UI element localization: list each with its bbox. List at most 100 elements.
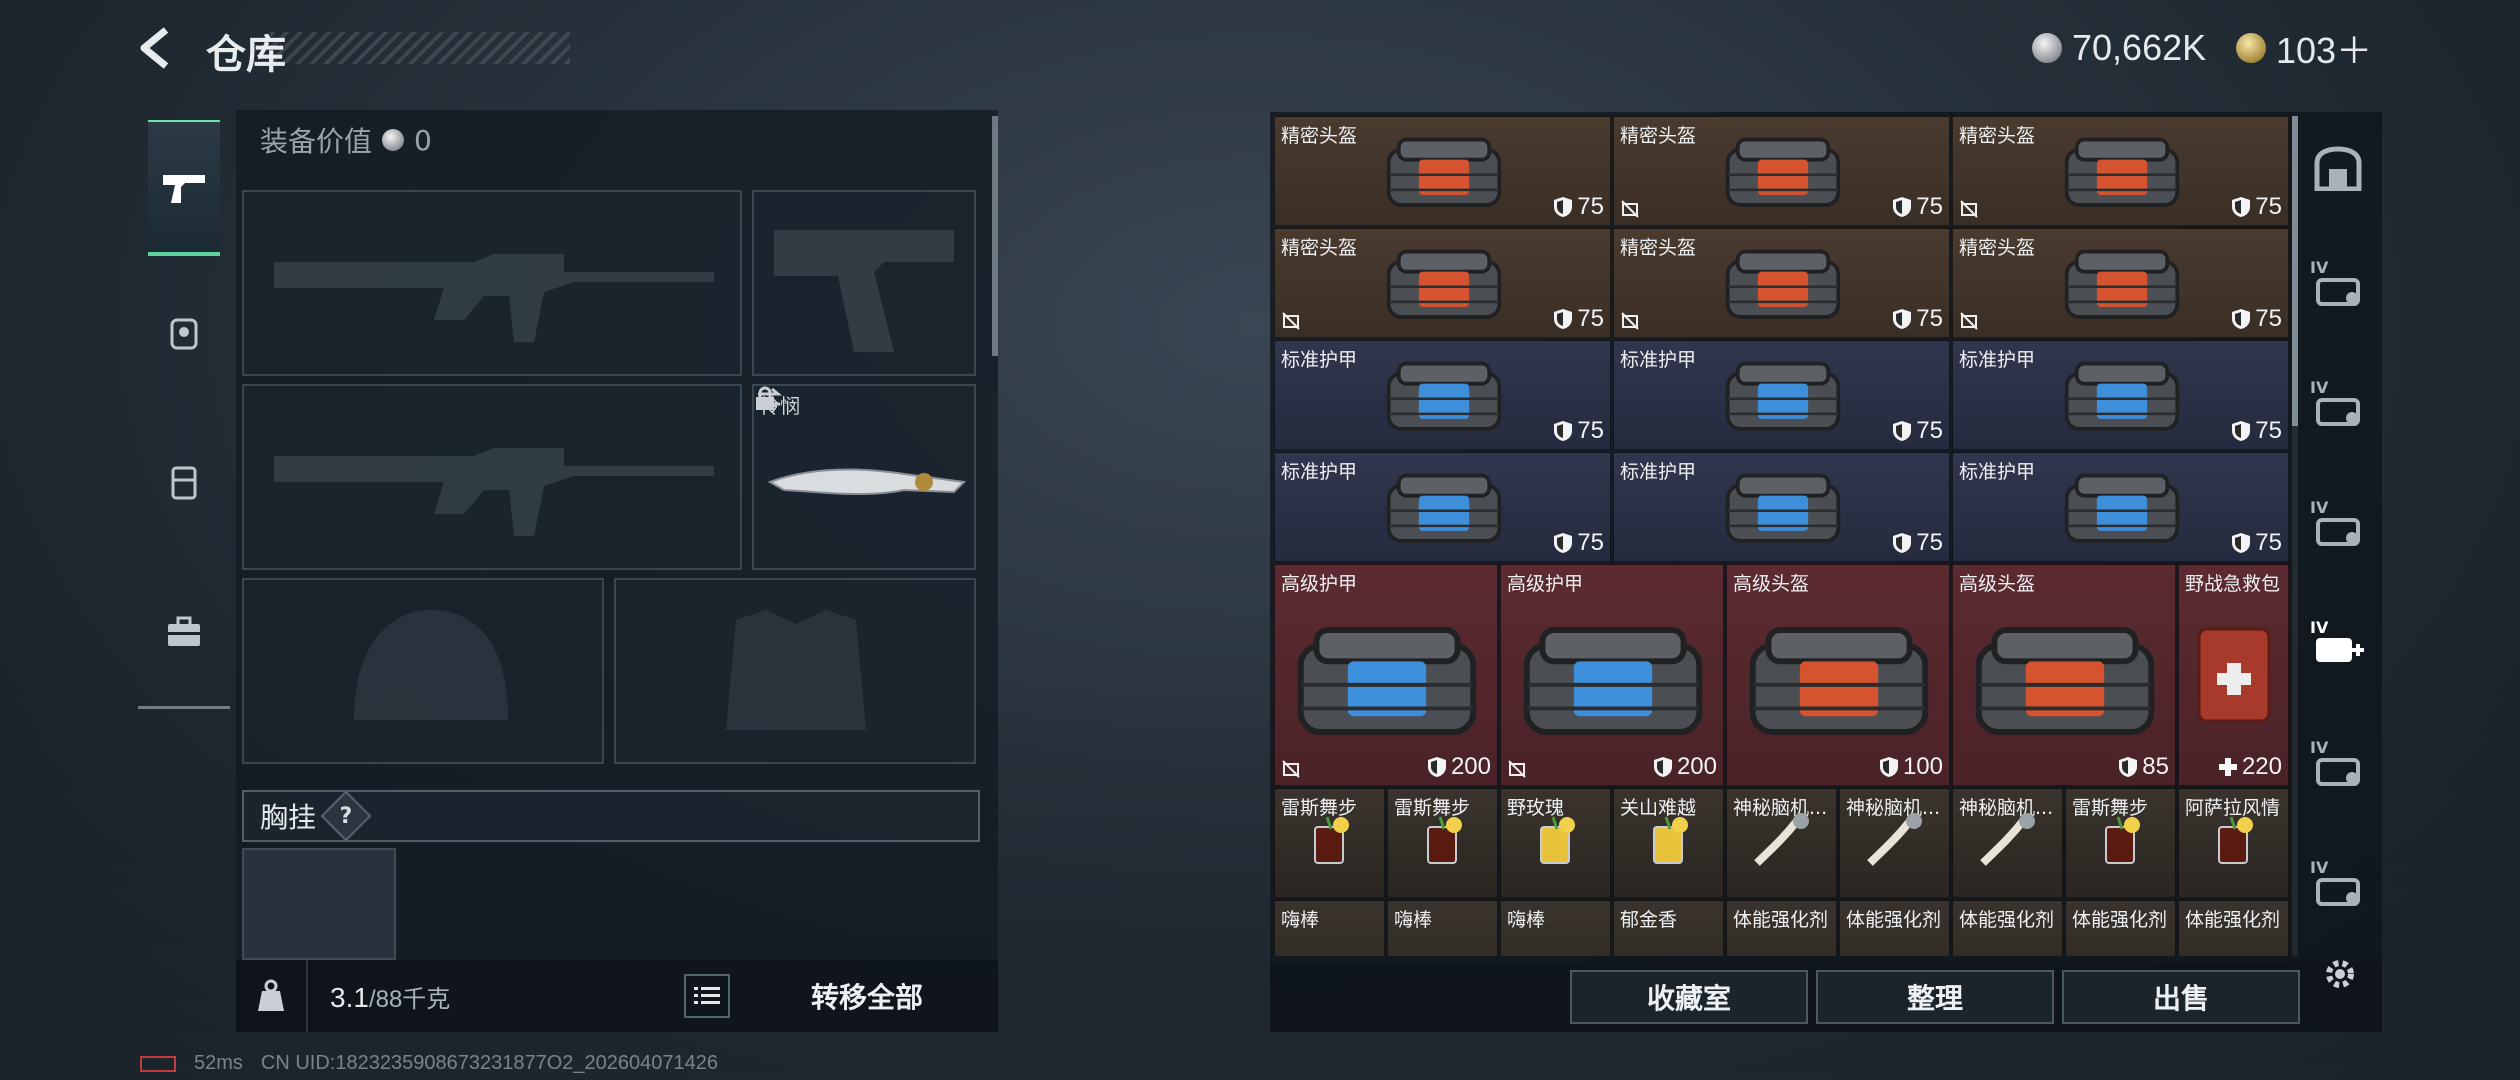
stash-item-consumable[interactable]: 神秘脑机... bbox=[1839, 788, 1950, 898]
stash-item-consumable[interactable]: 嗨棒 bbox=[1387, 900, 1498, 956]
stash-item-consumable[interactable]: 嗨棒 bbox=[1274, 900, 1385, 956]
shield-icon bbox=[2232, 197, 2251, 217]
battery-icon bbox=[140, 1055, 176, 1072]
filter-gear-case[interactable]: IV bbox=[2302, 732, 2374, 804]
secondary-weapon-slot[interactable] bbox=[242, 384, 742, 570]
chest-rig-slot[interactable] bbox=[242, 848, 396, 960]
filter-gear-case[interactable]: IV bbox=[2302, 252, 2374, 324]
briefcase-icon bbox=[168, 616, 200, 646]
stash-item-consumable[interactable]: 阿萨拉风情 bbox=[2178, 788, 2289, 898]
transfer-all-button[interactable]: 转移全部 bbox=[736, 960, 998, 1032]
tab-weapons[interactable] bbox=[148, 120, 220, 256]
sort-button[interactable]: 整理 bbox=[1816, 970, 2054, 1024]
item-value: 220 bbox=[2218, 753, 2282, 781]
cola-drink-icon bbox=[1314, 816, 1349, 864]
shield-icon bbox=[1893, 533, 1912, 553]
collection-room-button[interactable]: 收藏室 bbox=[1570, 970, 1808, 1024]
tab-case[interactable] bbox=[148, 596, 220, 668]
filter-home-shelf[interactable] bbox=[2302, 132, 2374, 204]
stash-item-consumable[interactable]: 野玫瑰 bbox=[1500, 788, 1611, 898]
stash-item-armor[interactable]: 标准护甲 75 bbox=[1613, 340, 1950, 450]
primary-weapon-slot[interactable] bbox=[242, 190, 742, 376]
stash-item-armor[interactable]: 高级护甲 200 bbox=[1500, 564, 1724, 786]
stash-item-consumable[interactable]: 雷斯舞步 bbox=[2065, 788, 2176, 898]
loadout-category-tabs bbox=[138, 110, 230, 710]
stash-item-armor[interactable]: 标准护甲 75 bbox=[1613, 452, 1950, 562]
stash-item-consumable[interactable]: 体能强化剂 bbox=[2065, 900, 2176, 956]
tier-label: IV bbox=[2310, 498, 2329, 517]
stash-filter-rail: IV IV IV IV IV IV bbox=[2294, 112, 2382, 962]
no-trade-icon bbox=[1508, 760, 1526, 778]
tab-helmet-armor[interactable] bbox=[148, 296, 220, 368]
sidearm-slot[interactable] bbox=[752, 190, 976, 376]
stash-item-consumable[interactable]: 雷斯舞步 bbox=[1274, 788, 1385, 898]
stash-item-consumable[interactable]: 神秘脑机... bbox=[1952, 788, 2063, 898]
body-armor-slot[interactable] bbox=[614, 578, 976, 764]
silver-coin-icon bbox=[2032, 33, 2062, 63]
item-value: 75 bbox=[2231, 529, 2282, 557]
silver-currency[interactable]: 70,662K bbox=[2032, 26, 2206, 70]
melee-slot[interactable]: 怜悯 bbox=[752, 384, 976, 570]
cola-drink-icon bbox=[2105, 816, 2140, 864]
ping: 52ms bbox=[194, 1052, 243, 1074]
back-icon[interactable] bbox=[136, 26, 180, 70]
medkit-icon bbox=[2197, 627, 2271, 723]
stash-item-consumable[interactable]: 体能强化剂 bbox=[2178, 900, 2289, 956]
stash-item-helmet[interactable]: 高级头盔 85 bbox=[1952, 564, 2176, 786]
shield-icon bbox=[1427, 757, 1446, 777]
stash-item-consumable[interactable]: 神秘脑机... bbox=[1726, 788, 1837, 898]
item-name: 标准护甲 bbox=[1281, 461, 1358, 483]
filter-gear-case[interactable]: IV bbox=[2302, 372, 2374, 444]
stash-item-consumable[interactable]: 体能强化剂 bbox=[1952, 900, 2063, 956]
shield-icon bbox=[1554, 197, 1573, 217]
stash-item-helmet[interactable]: 精密头盔 75 bbox=[1613, 228, 1950, 338]
stash-item-armor[interactable]: 高级护甲 200 bbox=[1274, 564, 1498, 786]
filter-armor-stack[interactable]: IV bbox=[2302, 492, 2374, 564]
stash-item-consumable[interactable]: 郁金香 bbox=[1613, 900, 1724, 956]
shield-icon bbox=[2232, 309, 2251, 329]
armor-case-icon bbox=[1725, 473, 1841, 543]
item-name: 标准护甲 bbox=[1959, 461, 2036, 483]
item-name: 精密头盔 bbox=[1281, 125, 1358, 147]
armor-case-icon bbox=[1386, 473, 1502, 543]
helmet-case-icon bbox=[2064, 137, 2180, 207]
stash-item-helmet[interactable]: 精密头盔 75 bbox=[1952, 228, 2289, 338]
loadout-scrollbar[interactable] bbox=[992, 116, 998, 356]
settings-gear-icon[interactable] bbox=[2322, 956, 2358, 992]
filter-medkit-plus[interactable]: IV bbox=[2302, 612, 2374, 684]
stash-item-helmet[interactable]: 高级头盔 100 bbox=[1726, 564, 1950, 786]
equip-value-label: 装备价值 bbox=[260, 125, 373, 158]
stash-item-consumable[interactable]: 体能强化剂 bbox=[1726, 900, 1837, 956]
helmet-case-icon bbox=[1725, 249, 1841, 319]
item-value: 75 bbox=[1553, 305, 1604, 333]
help-icon[interactable]: ? bbox=[320, 790, 372, 842]
stash-item-medkit[interactable]: 野战急救包 220 bbox=[2178, 564, 2289, 786]
stash-item-armor[interactable]: 标准护甲 75 bbox=[1274, 340, 1611, 450]
item-name: 体能强化剂 bbox=[2072, 909, 2168, 931]
gold-currency[interactable]: 103＋ bbox=[2236, 26, 2372, 71]
stash-item-armor[interactable]: 标准护甲 75 bbox=[1274, 452, 1611, 562]
silver-amount: 70,662K bbox=[2072, 27, 2207, 68]
stash-item-helmet[interactable]: 精密头盔 75 bbox=[1274, 116, 1611, 226]
item-value: 200 bbox=[1653, 753, 1717, 781]
helmet-silhouette-icon bbox=[354, 610, 508, 720]
uid: CN UID:1823235908673231877O2_20260407142… bbox=[260, 1052, 718, 1074]
stash-item-armor[interactable]: 标准护甲 75 bbox=[1952, 452, 2289, 562]
item-value: 75 bbox=[1553, 529, 1604, 557]
stash-item-helmet[interactable]: 精密头盔 75 bbox=[1952, 116, 2289, 226]
shield-icon bbox=[2232, 533, 2251, 553]
stash-item-armor[interactable]: 标准护甲 75 bbox=[1952, 340, 2289, 450]
stash-item-helmet[interactable]: 精密头盔 75 bbox=[1613, 116, 1950, 226]
stash-item-consumable[interactable]: 嗨棒 bbox=[1500, 900, 1611, 956]
stash-item-helmet[interactable]: 精密头盔 75 bbox=[1274, 228, 1611, 338]
stash-item-consumable[interactable]: 体能强化剂 bbox=[1839, 900, 1950, 956]
sell-button[interactable]: 出售 bbox=[2062, 970, 2300, 1024]
stash-item-consumable[interactable]: 关山难越 bbox=[1613, 788, 1724, 898]
stash-item-consumable[interactable]: 雷斯舞步 bbox=[1387, 788, 1498, 898]
tab-chest-rig[interactable] bbox=[148, 446, 220, 518]
chest-rig-header: 胸挂 ? bbox=[242, 790, 980, 842]
helmet-slot[interactable] bbox=[242, 578, 604, 764]
list-view-button[interactable] bbox=[684, 974, 730, 1018]
stash-grid: 精密头盔 75 精密头盔 75 精密头盔 75 精密头盔 75 精密头盔 75 精密头盔 75 标准护甲… bbox=[1274, 116, 2290, 956]
filter-crate[interactable]: IV bbox=[2302, 852, 2374, 924]
